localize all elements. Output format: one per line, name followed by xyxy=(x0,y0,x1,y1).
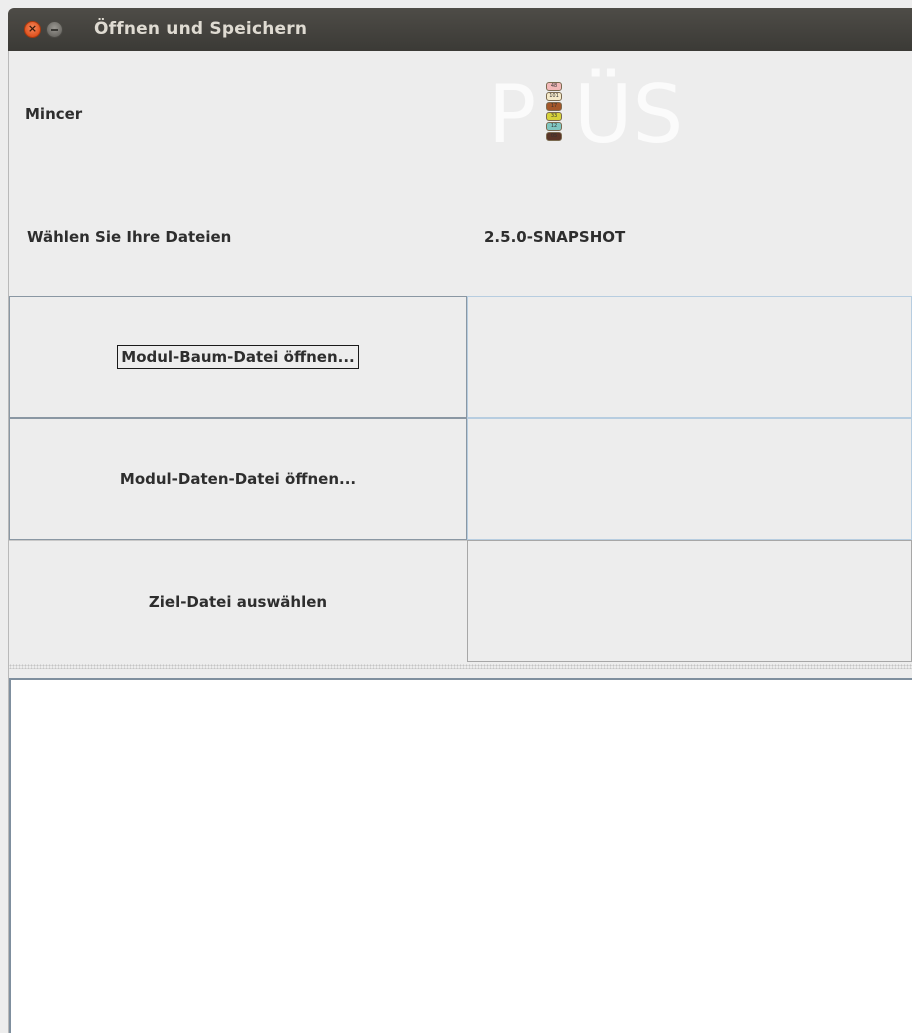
logo-text-right: ÜS xyxy=(574,68,684,161)
window-title: Öffnen und Speichern xyxy=(94,19,308,39)
logo-chip: 17 xyxy=(546,102,562,111)
minimize-window-button[interactable] xyxy=(46,21,63,38)
choose-target-file-button[interactable]: Ziel-Datei auswählen xyxy=(9,540,467,662)
app-name-label: Mincer xyxy=(25,105,83,123)
logo-chip: 48 xyxy=(546,82,562,91)
version-label: 2.5.0-SNAPSHOT xyxy=(484,228,626,246)
logo-text-left: P xyxy=(488,68,537,161)
log-output-area[interactable] xyxy=(9,678,912,1033)
close-window-button[interactable]: × xyxy=(24,21,41,38)
close-icon: × xyxy=(27,22,38,35)
logo-chip: 101 xyxy=(546,92,562,101)
open-module-data-button[interactable]: Modul-Daten-Datei öffnen... xyxy=(9,418,467,540)
splitter-grip xyxy=(9,664,912,669)
open-module-tree-button[interactable]: Modul-Baum-Datei öffnen... xyxy=(9,296,467,418)
open-module-tree-label: Modul-Baum-Datei öffnen... xyxy=(117,345,359,369)
module-data-path-field[interactable] xyxy=(467,418,912,540)
logo-chip: 05 xyxy=(546,132,562,141)
module-tree-path-field[interactable] xyxy=(467,296,912,418)
logo-chip-stack: 48 101 17 33 12 05 xyxy=(546,82,564,142)
choose-target-file-label: Ziel-Datei auswählen xyxy=(148,592,328,611)
split-pane-divider[interactable] xyxy=(9,662,912,678)
logo-chip: 12 xyxy=(546,122,562,131)
logo-chip: 33 xyxy=(546,112,562,121)
title-bar[interactable]: × Öffnen und Speichern xyxy=(8,8,912,51)
target-file-path-field[interactable] xyxy=(467,540,912,662)
pius-logo: P 48 101 17 33 12 05 ÜS xyxy=(488,70,718,160)
choose-files-label: Wählen Sie Ihre Dateien xyxy=(27,228,232,246)
open-module-data-label: Modul-Daten-Datei öffnen... xyxy=(119,470,357,488)
main-window: × Öffnen und Speichern Mincer P 48 101 1… xyxy=(0,0,912,1033)
